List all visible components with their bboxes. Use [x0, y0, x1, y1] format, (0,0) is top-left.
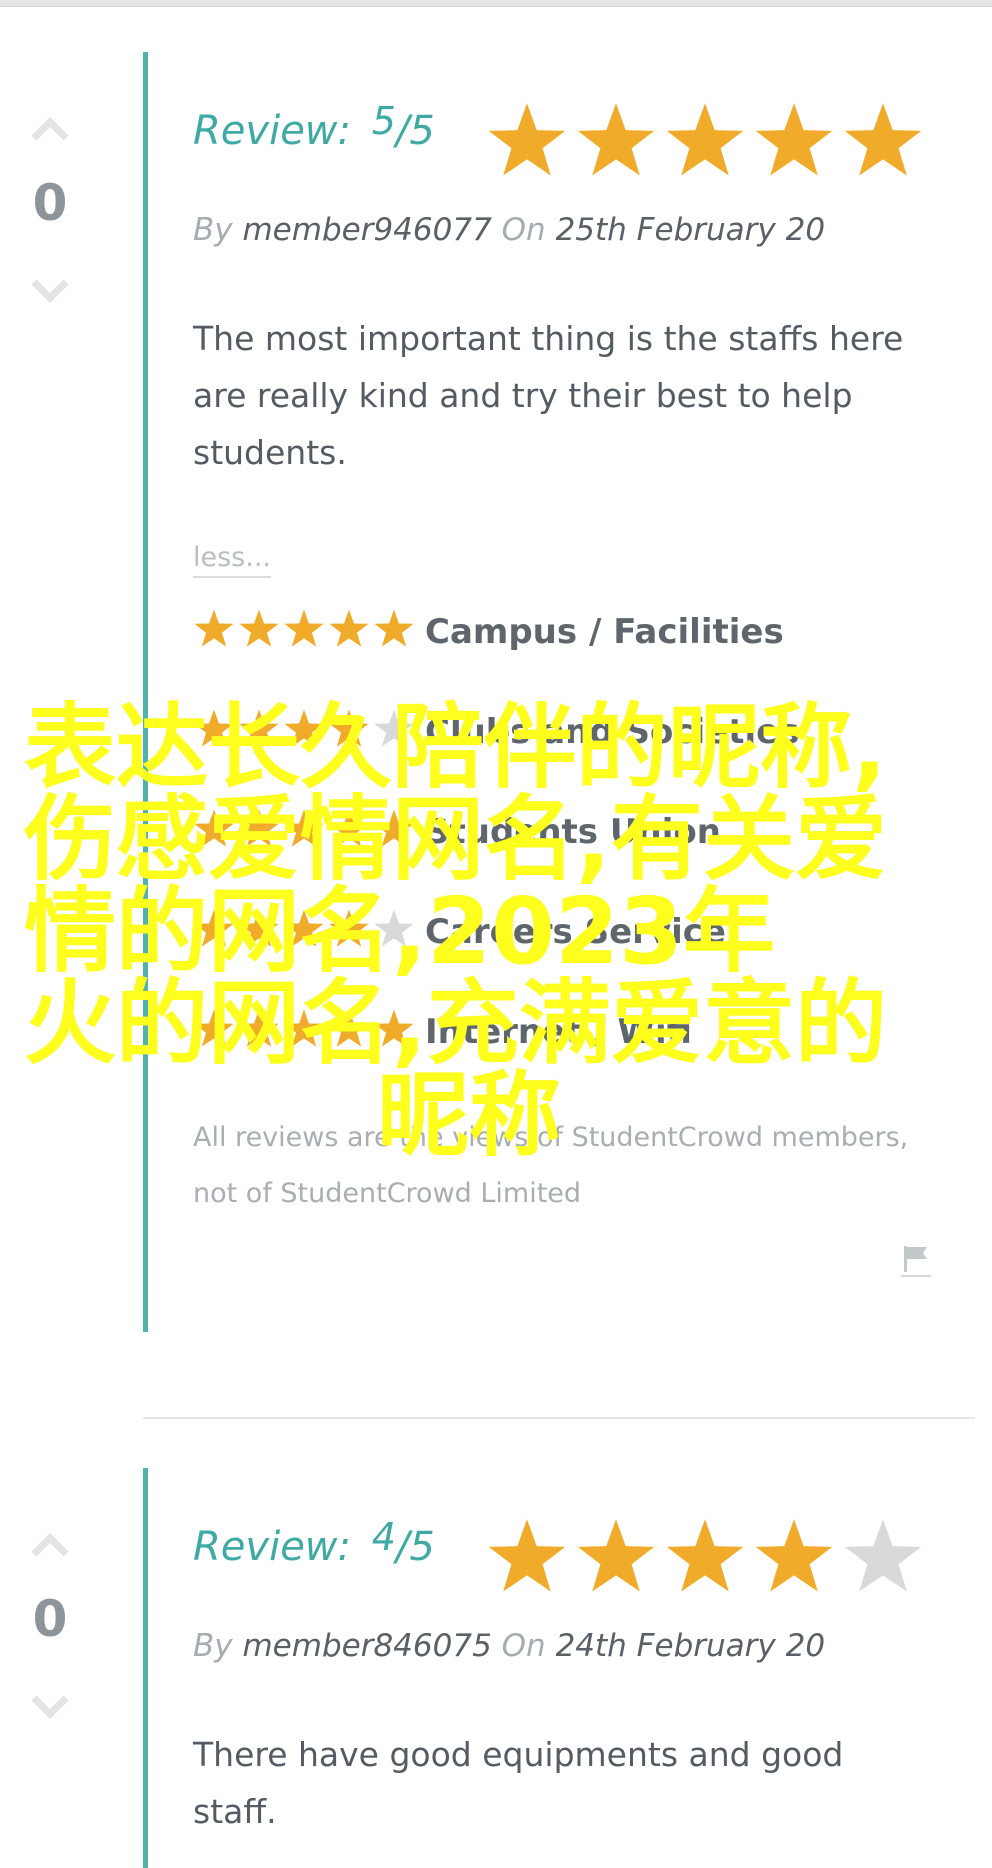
star-filled-icon: [194, 709, 234, 747]
category-stars: [193, 1008, 418, 1050]
star-filled-icon: [329, 909, 369, 947]
star-filled-icon: [239, 809, 279, 847]
flag-icon[interactable]: [901, 1242, 931, 1278]
score-max: /5: [395, 108, 435, 154]
byline: By member846075 On 24th February 20: [193, 1628, 825, 1664]
top-bar: [0, 0, 992, 7]
accent-rule: [143, 1468, 148, 1868]
star-filled-icon: [488, 1519, 566, 1592]
category-row: Internet / Wifi: [193, 1008, 933, 1108]
on-label: On: [501, 212, 546, 248]
category-row: Campus / Facilities: [193, 608, 933, 708]
star-filled-icon: [239, 609, 279, 647]
review-text: There have good equipments and good staf…: [193, 1735, 844, 1831]
star-filled-icon: [239, 1009, 279, 1047]
less-link[interactable]: less...: [193, 542, 271, 578]
category-row: Careers Service: [193, 908, 933, 1008]
category-stars: [193, 708, 418, 750]
category-name: Careers Service: [425, 912, 726, 952]
review-label: Review:: [193, 108, 351, 154]
review-score: Review: 5/5: [193, 99, 435, 154]
star-filled-icon: [239, 909, 279, 947]
category-name: Students Union: [425, 812, 721, 852]
category-name: Clubs and Societies: [425, 712, 800, 752]
star-filled-icon: [194, 609, 234, 647]
star-filled-icon: [284, 1009, 324, 1047]
star-filled-icon: [329, 609, 369, 647]
star-empty-icon: [374, 709, 414, 747]
overall-rating-stars: [485, 100, 930, 182]
review-label: Review:: [193, 1524, 351, 1570]
category-row: Clubs and Societies: [193, 708, 933, 808]
review-text: The most important thing is the staffs h…: [193, 319, 904, 472]
star-filled-icon: [488, 103, 566, 176]
score-max: /5: [395, 1524, 435, 1570]
star-filled-icon: [194, 909, 234, 947]
star-filled-icon: [374, 609, 414, 647]
on-label: On: [501, 1628, 546, 1664]
star-filled-icon: [374, 1009, 414, 1047]
star-filled-icon: [284, 909, 324, 947]
star-empty-icon: [374, 909, 414, 947]
star-filled-icon: [577, 1519, 655, 1592]
star-filled-icon: [329, 809, 369, 847]
review-card: 0 Review: 4/5 By member846075 On 24th Fe…: [0, 1468, 992, 1868]
overall-rating-stars: [485, 1516, 930, 1598]
byline: By member946077 On 25th February 20: [193, 212, 825, 248]
star-filled-icon: [194, 1009, 234, 1047]
star-filled-icon: [284, 809, 324, 847]
star-filled-icon: [284, 609, 324, 647]
review-header: Review: 5/5: [193, 99, 933, 176]
upvote-icon[interactable]: [30, 1530, 70, 1558]
star-filled-icon: [329, 709, 369, 747]
star-filled-icon: [844, 103, 922, 176]
star-filled-icon: [755, 1519, 833, 1592]
accent-rule: [143, 52, 148, 1332]
category-row: Students Union: [193, 808, 933, 908]
star-filled-icon: [329, 1009, 369, 1047]
star-filled-icon: [284, 709, 324, 747]
category-stars: [193, 808, 418, 850]
upvote-icon[interactable]: [30, 114, 70, 142]
review-score: Review: 4/5: [193, 1515, 435, 1570]
category-stars: [193, 908, 418, 950]
star-filled-icon: [239, 709, 279, 747]
member-name[interactable]: member946077: [242, 212, 491, 248]
star-filled-icon: [666, 103, 744, 176]
disclaimer: All reviews are the views of StudentCrow…: [193, 1122, 909, 1209]
star-filled-icon: [374, 809, 414, 847]
review-date: 25th February 20: [555, 212, 826, 248]
star-filled-icon: [194, 809, 234, 847]
review-date: 24th February 20: [555, 1628, 826, 1664]
review-header: Review: 4/5: [193, 1515, 933, 1592]
category-stars: [193, 608, 418, 650]
review-card: 0 Review: 5/5 By member946077 On 25th Fe…: [0, 52, 992, 1332]
star-filled-icon: [577, 103, 655, 176]
star-filled-icon: [755, 103, 833, 176]
downvote-icon[interactable]: [30, 278, 70, 306]
score-value: 4: [371, 1515, 396, 1559]
category-name: Internet / Wifi: [425, 1012, 692, 1052]
by-label: By: [193, 1628, 233, 1664]
score-value: 5: [371, 99, 396, 143]
member-name[interactable]: member846075: [242, 1628, 491, 1664]
category-name: Campus / Facilities: [425, 612, 784, 652]
downvote-icon[interactable]: [30, 1694, 70, 1722]
star-empty-icon: [844, 1519, 922, 1592]
by-label: By: [193, 212, 233, 248]
vote-count: 0: [32, 1590, 68, 1648]
vote-count: 0: [32, 174, 68, 232]
review-divider: [143, 1417, 975, 1419]
category-ratings: Campus / Facilities Clubs and Societies …: [193, 608, 933, 1108]
star-filled-icon: [666, 1519, 744, 1592]
